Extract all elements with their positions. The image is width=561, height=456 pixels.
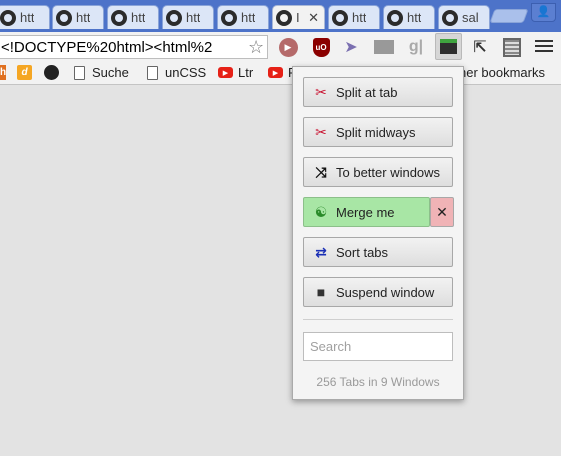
bookmark-label: her bookmarks <box>459 65 545 80</box>
stop-square-icon: ■ <box>316 284 326 300</box>
tab-title: I <box>296 10 300 25</box>
browser-tab[interactable]: htt <box>383 5 435 29</box>
scissors-icon: ✂ <box>315 123 327 140</box>
bookmark-favicon-icon: h <box>0 65 7 80</box>
tab-title: htt <box>20 10 35 25</box>
browser-tab[interactable]: htt <box>0 5 50 29</box>
tab-title: htt <box>76 10 91 25</box>
sort-arrows-icon: ⇄ <box>315 243 327 260</box>
profile-icon[interactable]: 👤 <box>531 3 556 22</box>
search-input[interactable] <box>303 332 453 361</box>
notes-extension-icon[interactable] <box>501 36 523 58</box>
button-label: Split at tab <box>336 84 398 100</box>
browser-tab[interactable]: sal <box>438 5 490 29</box>
tab-title: htt <box>241 10 256 25</box>
tab-title: htt <box>131 10 146 25</box>
yin-yang-icon: ☯ <box>314 203 328 220</box>
youtube-icon: ▶ <box>218 67 233 78</box>
browser-tab[interactable]: htt <box>162 5 214 29</box>
bookmark-label: Ltr <box>238 65 254 80</box>
other-bookmarks[interactable]: her bookmarks <box>459 64 545 81</box>
button-label: Split midways <box>336 124 416 140</box>
bookmark-item[interactable]: ▶ Ltr <box>218 64 253 81</box>
tab-window-count: 256 Tabs in 9 Windows <box>316 375 440 389</box>
sort-tabs-button[interactable]: ⇄ Sort tabs <box>303 237 453 267</box>
tab-title: htt <box>352 10 367 25</box>
address-bar[interactable]: <!DOCTYPE%20html><html%2 ☆ <box>0 35 268 59</box>
bookmark-label: unCSS <box>165 65 207 80</box>
browser-tab[interactable]: htt <box>217 5 269 29</box>
bookmark-label: Suche <box>92 65 129 80</box>
d-favicon-icon: d <box>17 65 32 80</box>
to-better-windows-button[interactable]: ⤨ To better windows <box>303 157 453 187</box>
bookmark-item[interactable]: unCSS <box>147 64 206 81</box>
button-label: To better windows <box>336 164 441 180</box>
browser-tab[interactable]: htt <box>107 5 159 29</box>
address-url[interactable]: <!DOCTYPE%20html><html%2 <box>0 39 246 56</box>
merge-me-button[interactable]: ☯ Merge me <box>303 197 430 227</box>
tab-title: htt <box>407 10 422 25</box>
github-icon <box>442 9 458 26</box>
extension-popup: ✂ Split at tab ✂ Split midways ⤨ To bett… <box>292 66 464 400</box>
tab-close-icon[interactable]: ✕ <box>308 10 319 26</box>
github-icon <box>332 9 348 26</box>
bookmark-star-icon[interactable]: ☆ <box>248 37 264 58</box>
bookmark-item[interactable]: h <box>0 64 6 81</box>
page-icon <box>74 65 85 80</box>
suspend-window-button[interactable]: ■ Suspend window <box>303 277 453 307</box>
bookmarks-bar: h d Suche unCSS ▶Ltr ▶F her bookmarks <box>0 60 561 85</box>
new-tab-button[interactable] <box>489 9 529 23</box>
film-extension-icon[interactable] <box>373 36 395 58</box>
github-icon <box>387 9 403 26</box>
browser-tab-active[interactable]: I ✕ <box>272 5 325 29</box>
cursor-extension-icon[interactable]: ➤ <box>340 36 362 58</box>
github-icon <box>44 65 59 80</box>
ublock-icon[interactable]: uO <box>310 36 332 58</box>
merge-cancel-button[interactable]: ✕ <box>430 197 454 227</box>
bookmark-item[interactable]: Suche <box>74 64 129 81</box>
tab-title: sal <box>462 10 479 25</box>
github-icon <box>166 9 182 26</box>
bookmark-item[interactable] <box>44 64 64 81</box>
tab-strip: htt htt htt htt htt I ✕ htt htt sal 👤 <box>0 0 561 32</box>
menu-hamburger-icon[interactable] <box>535 37 553 55</box>
bookmark-item[interactable]: d <box>17 64 37 81</box>
button-label: Merge me <box>336 204 395 220</box>
browser-tab[interactable]: htt <box>52 5 104 29</box>
github-icon <box>0 9 16 26</box>
github-icon <box>56 9 72 26</box>
arrow-extension-icon[interactable]: ⇱ <box>469 36 491 58</box>
youtube-icon: ▶ <box>268 67 283 78</box>
github-icon <box>276 9 292 26</box>
shuffle-icon: ⤨ <box>315 163 327 180</box>
tab-title: htt <box>186 10 201 25</box>
split-midways-button[interactable]: ✂ Split midways <box>303 117 453 147</box>
scissors-icon: ✂ <box>315 83 327 100</box>
toolbar: <!DOCTYPE%20html><html%2 ☆ ▶ uO ➤ g| ⇱ <box>0 32 561 60</box>
divider <box>303 319 453 320</box>
github-icon <box>221 9 237 26</box>
page-icon <box>147 65 158 80</box>
glasses-extension-icon[interactable]: g| <box>405 36 427 58</box>
button-label: Sort tabs <box>336 244 389 260</box>
tab-manager-extension-icon[interactable] <box>435 33 462 60</box>
extension-stop-icon[interactable]: ▶ <box>277 36 299 58</box>
split-at-tab-button[interactable]: ✂ Split at tab <box>303 77 453 107</box>
github-icon <box>111 9 127 26</box>
browser-tab[interactable]: htt <box>328 5 380 29</box>
button-label: Suspend window <box>336 284 435 300</box>
